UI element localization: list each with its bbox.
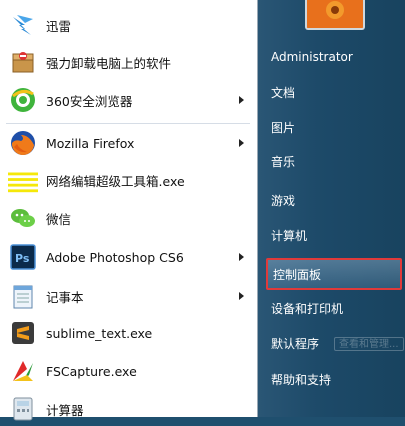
photoshop-icon: Ps	[8, 242, 38, 272]
program-item-photoshop[interactable]: Ps Adobe Photoshop CS6	[4, 240, 254, 274]
program-item-sublime[interactable]: sublime_text.exe	[4, 316, 254, 350]
program-item-xunlei[interactable]: 迅雷	[4, 8, 254, 42]
program-label: sublime_text.exe	[46, 325, 153, 341]
separator	[6, 123, 250, 124]
program-item-360-browser[interactable]: 360安全浏览器	[4, 83, 254, 117]
program-item-notepad[interactable]: 记事本	[4, 279, 254, 313]
program-label: 360安全浏览器	[46, 93, 133, 109]
svg-text:Ps: Ps	[15, 252, 30, 265]
program-item-calculator[interactable]: 计算器	[4, 392, 254, 426]
uninstall-box-icon	[8, 47, 38, 77]
program-item-wechat[interactable]: 微信	[4, 201, 254, 235]
program-label: Adobe Photoshop CS6	[46, 249, 184, 265]
submenu-arrow-icon[interactable]	[239, 96, 244, 104]
wechat-icon	[8, 203, 38, 233]
program-item-uninstaller[interactable]: 强力卸载电脑上的软件	[4, 45, 254, 79]
link-devices-printers[interactable]: 设备和打印机	[266, 295, 402, 321]
thunder-bird-icon	[8, 10, 38, 40]
user-name-link[interactable]: Administrator	[266, 44, 402, 70]
calculator-icon	[8, 394, 38, 424]
program-label: 强力卸载电脑上的软件	[46, 55, 172, 71]
link-control-panel[interactable]: 控制面板	[266, 258, 402, 290]
program-label: FSCapture.exe	[46, 363, 137, 379]
program-label: 微信	[46, 211, 72, 227]
submenu-arrow-icon[interactable]	[239, 292, 244, 300]
user-avatar[interactable]	[305, 0, 365, 30]
program-item-toolbox[interactable]: 网络编辑超级工具箱.exe	[4, 163, 254, 197]
tooltip-ghost: 查看和管理...	[334, 337, 404, 351]
link-music[interactable]: 音乐	[266, 148, 402, 174]
notepad-icon	[8, 281, 38, 311]
submenu-arrow-icon[interactable]	[239, 139, 244, 147]
flower-avatar-icon	[307, 0, 363, 28]
program-item-firefox[interactable]: Mozilla Firefox	[4, 126, 254, 160]
program-label: 记事本	[46, 289, 84, 305]
fscapture-icon	[8, 356, 38, 386]
link-help-support[interactable]: 帮助和支持	[266, 366, 402, 392]
program-item-fscapture[interactable]: FSCapture.exe	[4, 354, 254, 388]
toolbox-icon	[8, 165, 38, 195]
firefox-icon	[8, 128, 38, 158]
360-browser-icon	[8, 85, 38, 115]
link-documents[interactable]: 文档	[266, 79, 402, 105]
sublime-icon	[8, 318, 38, 348]
program-label: Mozilla Firefox	[46, 135, 135, 151]
link-pictures[interactable]: 图片	[266, 114, 402, 140]
program-list-pane: 迅雷 强力卸载电脑上的软件 360安全浏览器 Mozilla Firefox 网…	[0, 0, 258, 421]
program-label: 迅雷	[46, 18, 72, 34]
program-label: 网络编辑超级工具箱.exe	[46, 173, 185, 189]
link-games[interactable]: 游戏	[266, 187, 402, 213]
submenu-arrow-icon[interactable]	[239, 253, 244, 261]
program-label: 计算器	[46, 402, 84, 418]
link-computer[interactable]: 计算机	[266, 222, 402, 248]
